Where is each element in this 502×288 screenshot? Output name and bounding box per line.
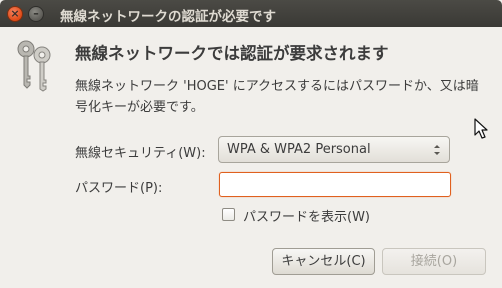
window-title: 無線ネットワークの認証が必要です xyxy=(60,9,276,25)
show-password-checkbox[interactable] xyxy=(222,208,235,221)
minimize-icon: – xyxy=(33,7,39,20)
combo-arrows-icon xyxy=(434,145,440,155)
close-icon: × xyxy=(10,7,20,20)
connect-button[interactable]: 接続(O) xyxy=(382,248,486,275)
show-password-label[interactable]: パスワードを表示(W) xyxy=(243,206,370,225)
cancel-button[interactable]: キャンセル(C) xyxy=(272,248,375,275)
keys-icon xyxy=(17,40,51,92)
password-input[interactable] xyxy=(219,172,451,197)
dialog-heading: 無線ネットワークでは認証が要求されます xyxy=(75,44,389,63)
security-combobox-value: WPA & WPA2 Personal xyxy=(227,142,371,157)
close-window-button[interactable]: × xyxy=(7,6,23,22)
security-combobox[interactable]: WPA & WPA2 Personal xyxy=(218,136,450,163)
window-titlebar: × – 無線ネットワークの認証が必要です xyxy=(0,0,502,27)
minimize-window-button[interactable]: – xyxy=(28,6,44,22)
password-label: パスワード(P): xyxy=(75,181,163,196)
mouse-pointer-icon xyxy=(474,118,488,139)
dialog-description: 無線ネットワーク 'HOGE' にアクセスするにはパスワードか、又は暗号化キーが… xyxy=(75,79,479,115)
security-label: 無線セキュリティ(W): xyxy=(75,146,206,161)
